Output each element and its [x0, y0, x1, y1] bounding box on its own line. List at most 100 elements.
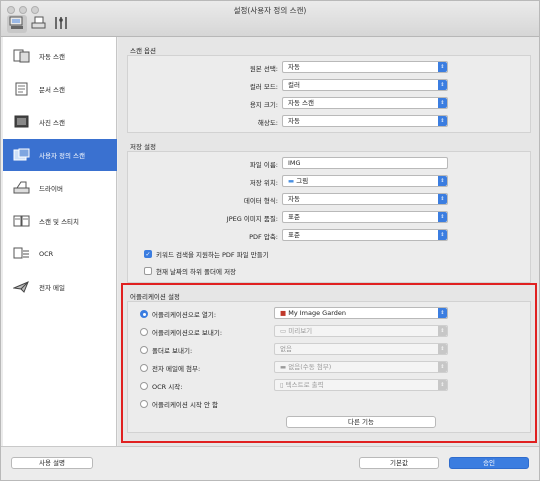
text-file-icon: ▯ — [280, 381, 284, 389]
paper-size-select[interactable]: 자동 스캔 ⇕ — [282, 97, 448, 109]
radio-empty-icon — [140, 382, 148, 390]
scanner-panel-icon — [31, 16, 47, 32]
attach-email-label: 전자 메일에 첨부: — [152, 365, 201, 373]
settings-window: 설정(사용자 정의 스캔) 자동 스캔 문서 스캔 사진 스캔 사용자 정의 스… — [0, 0, 540, 481]
file-name-value: IMG — [288, 159, 301, 167]
start-ocr-label: OCR 시작: — [152, 383, 183, 391]
jpeg-quality-select[interactable]: 표준 ⇕ — [282, 211, 448, 223]
sidebar-item-email[interactable]: 전자 메일 — [3, 271, 117, 303]
send-to-folder-select[interactable]: 없음 ⇕ — [274, 343, 448, 355]
updown-arrow-icon: ⇕ — [438, 80, 447, 90]
updown-arrow-icon: ⇕ — [438, 116, 447, 126]
document-scan-icon — [11, 81, 33, 97]
radio-selected-icon — [140, 310, 148, 318]
file-name-label: 파일 이름: — [249, 161, 278, 169]
auto-scan-icon — [11, 48, 33, 64]
color-mode-label: 컬러 모드: — [249, 83, 278, 91]
color-mode-select[interactable]: 컬러 ⇕ — [282, 79, 448, 91]
app-icon: ■ — [280, 309, 287, 317]
resolution-select[interactable]: 자동 ⇕ — [282, 115, 448, 127]
radio-empty-icon — [140, 346, 148, 354]
resolution-label: 해상도: — [257, 119, 278, 127]
pdf-compression-value: 표준 — [288, 231, 300, 239]
open-with-app-value: My Image Garden — [288, 309, 347, 317]
save-in-value: 그림 — [296, 177, 309, 185]
start-ocr-radio[interactable]: OCR 시작: — [140, 381, 182, 391]
sidebar-item-label: OCR — [39, 250, 54, 258]
send-to-folder-radio[interactable]: 폴더로 보내기: — [140, 345, 192, 355]
updown-arrow-icon: ⇕ — [438, 308, 447, 318]
ok-button[interactable]: 승인 — [449, 457, 529, 469]
updown-arrow-icon: ⇕ — [438, 212, 447, 222]
sidebar-item-label: 드라이버 — [39, 185, 63, 193]
more-functions-button[interactable]: 다른 기능 — [286, 416, 436, 428]
save-in-select[interactable]: ▬ 그림 ⇕ — [282, 175, 448, 187]
no-app-radio[interactable]: 어플리케이션 시작 안 함 — [140, 399, 218, 409]
updown-arrow-icon: ⇕ — [438, 62, 447, 72]
general-settings-tab[interactable] — [51, 15, 71, 33]
save-in-label: 저장 위치: — [249, 179, 278, 187]
jpeg-quality-label: JPEG 이미지 품질: — [226, 215, 278, 223]
app-settings-heading: 어플리케이션 설정 — [130, 293, 180, 301]
keyword-pdf-label: 키워드 검색을 지원하는 PDF 파일 만들기 — [156, 251, 269, 259]
send-to-app-radio[interactable]: 어플리케이션으로 보내기: — [140, 327, 222, 337]
updown-arrow-icon: ⇕ — [438, 326, 447, 336]
settings-main-panel: 스캔 옵션 원본 선택: 자동 ⇕ 컬러 모드: 컬러 ⇕ 용지 크기: 자동 … — [118, 37, 539, 446]
sidebar-item-custom-scan[interactable]: 사용자 정의 스캔 — [3, 139, 117, 171]
resolution-value: 자동 — [288, 117, 300, 125]
sidebar: 자동 스캔 문서 스캔 사진 스캔 사용자 정의 스캔 드라이버 스캔 및 스티… — [3, 37, 117, 446]
sidebar-item-scan-and-stitch[interactable]: 스캔 및 스티치 — [3, 205, 117, 237]
data-format-select[interactable]: 자동 ⇕ — [282, 193, 448, 205]
updown-arrow-icon: ⇕ — [438, 230, 447, 240]
driver-icon — [11, 180, 33, 196]
footer-bar: 사용 설명 기본값 승인 — [1, 446, 539, 480]
source-select[interactable]: 자동 ⇕ — [282, 61, 448, 73]
updown-arrow-icon: ⇕ — [438, 380, 447, 390]
open-with-app-select[interactable]: ■ My Image Garden ⇕ — [274, 307, 448, 319]
sidebar-item-photo-scan[interactable]: 사진 스캔 — [3, 106, 117, 138]
no-app-label: 어플리케이션 시작 안 함 — [152, 401, 218, 409]
start-ocr-select[interactable]: ▯ 텍스트로 출력 ⇕ — [274, 379, 448, 391]
radio-empty-icon — [140, 364, 148, 372]
checkmark-icon: ✓ — [144, 250, 152, 258]
save-settings-panel: 파일 이름: IMG 저장 위치: ▬ 그림 ⇕ 데이터 형식: 자동 ⇕ JP… — [127, 151, 531, 283]
source-label: 원본 선택: — [249, 65, 278, 73]
scanner-computer-icon — [9, 16, 25, 32]
scan-options-heading: 스캔 옵션 — [130, 47, 156, 55]
attach-email-select[interactable]: ▬ 없음(수동 첨부) ⇕ — [274, 361, 448, 373]
open-with-app-radio[interactable]: 어플리케이션으로 열기: — [140, 309, 216, 319]
pdf-compression-select[interactable]: 표준 ⇕ — [282, 229, 448, 241]
sidebar-item-label: 사진 스캔 — [39, 119, 65, 127]
checkbox-empty-icon — [144, 267, 152, 275]
send-to-app-label: 어플리케이션으로 보내기: — [152, 329, 223, 337]
paper-size-value: 자동 스캔 — [288, 99, 314, 107]
app-settings-panel: 어플리케이션으로 열기: ■ My Image Garden ⇕ 어플리케이션으… — [127, 301, 531, 433]
date-subfolder-checkbox[interactable]: 현재 날짜의 하위 폴더에 저장 — [144, 266, 236, 276]
sidebar-item-document-scan[interactable]: 문서 스캔 — [3, 73, 117, 105]
preview-app-icon: ▭ — [280, 327, 287, 335]
sidebar-item-ocr[interactable]: OCR — [3, 238, 117, 270]
keyword-pdf-checkbox[interactable]: ✓ 키워드 검색을 지원하는 PDF 파일 만들기 — [144, 249, 269, 259]
email-icon — [11, 279, 33, 295]
open-with-app-label: 어플리케이션으로 열기: — [152, 311, 217, 319]
send-to-app-select[interactable]: ▭ 미리보기 ⇕ — [274, 325, 448, 337]
updown-arrow-icon: ⇕ — [438, 98, 447, 108]
paper-size-label: 용지 크기: — [249, 101, 278, 109]
sidebar-item-auto-scan[interactable]: 자동 스캔 — [3, 40, 117, 72]
title-bar: 설정(사용자 정의 스캔) — [1, 1, 539, 37]
data-format-label: 데이터 형식: — [243, 197, 278, 205]
defaults-button[interactable]: 기본값 — [359, 457, 439, 469]
tools-icon — [53, 16, 69, 32]
scan-from-panel-tab[interactable] — [29, 15, 49, 33]
color-mode-value: 컬러 — [288, 81, 300, 89]
attach-email-radio[interactable]: 전자 메일에 첨부: — [140, 363, 200, 373]
start-ocr-value: 텍스트로 출력 — [285, 381, 324, 389]
send-to-folder-label: 폴더로 보내기: — [152, 347, 193, 355]
sidebar-item-label: 전자 메일 — [39, 284, 65, 292]
sidebar-item-label: 문서 스캔 — [39, 86, 65, 94]
send-to-app-value: 미리보기 — [288, 327, 313, 335]
scan-from-computer-tab[interactable] — [7, 15, 27, 33]
sidebar-item-driver[interactable]: 드라이버 — [3, 172, 117, 204]
file-name-input[interactable]: IMG — [282, 157, 448, 169]
instructions-button[interactable]: 사용 설명 — [11, 457, 93, 469]
